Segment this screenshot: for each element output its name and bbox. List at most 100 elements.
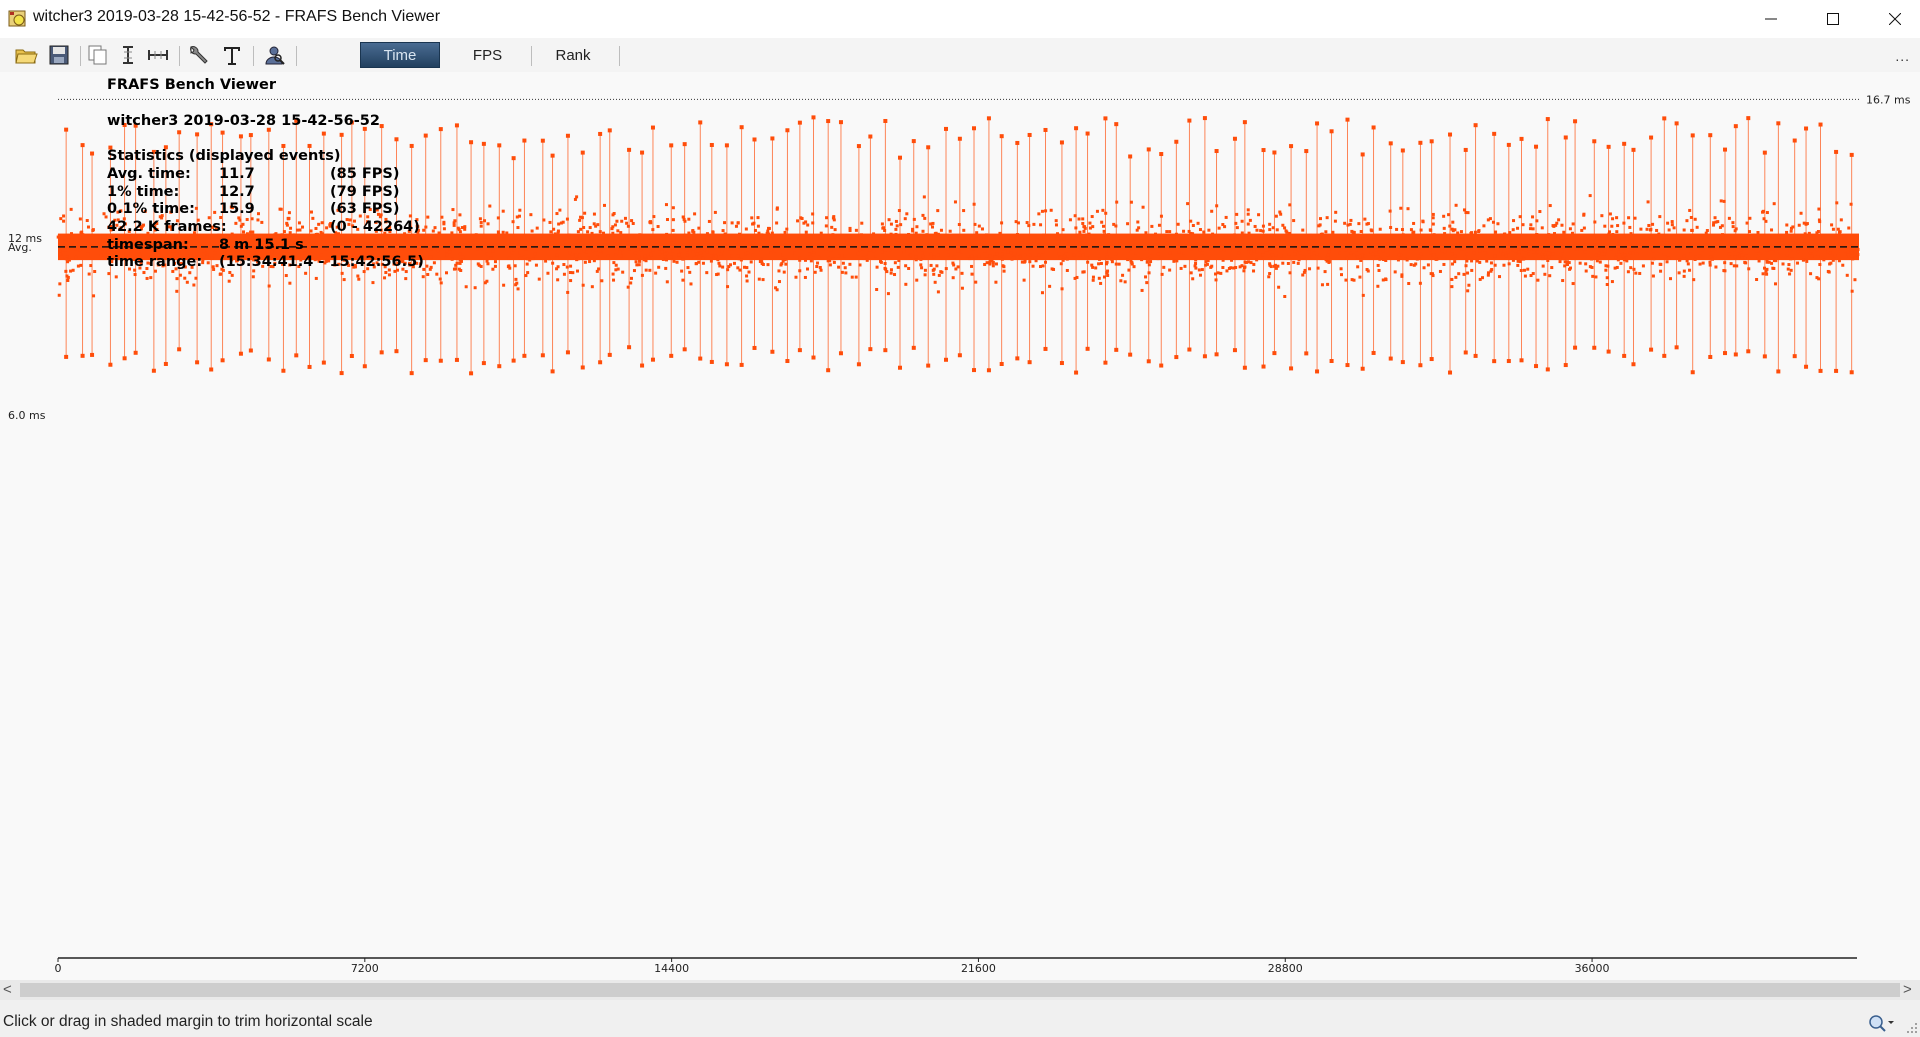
minimize-button[interactable] (1740, 0, 1802, 38)
frame-point (1361, 237, 1365, 241)
horizontal-scale-icon[interactable] (146, 44, 170, 66)
y-tick-label: 6.0 ms (8, 409, 46, 422)
frame-point (1466, 211, 1470, 215)
frame-point (970, 254, 974, 258)
frame-point (957, 136, 962, 141)
frame-point (1708, 133, 1713, 138)
resize-grip-icon[interactable] (1906, 1022, 1918, 1034)
frame-point (1274, 214, 1278, 218)
frame-point (69, 243, 73, 247)
frame-point (1098, 242, 1102, 246)
frame-point (752, 345, 757, 350)
frame-point (759, 248, 763, 252)
frame-point (726, 242, 730, 246)
frame-point (770, 136, 775, 141)
frame-point (897, 259, 901, 263)
frame-point (833, 235, 837, 239)
copy-icon[interactable] (86, 44, 110, 66)
frame-point (542, 218, 546, 222)
frame-point (579, 227, 583, 231)
frame-point (914, 231, 918, 235)
frame-point (631, 221, 635, 225)
frame-point (1674, 121, 1679, 126)
wrench-icon[interactable] (186, 44, 210, 66)
frame-point (64, 127, 69, 132)
frame-point (188, 271, 192, 275)
frame-point (1590, 257, 1594, 261)
frame-point (1466, 271, 1470, 275)
frame-point (1083, 225, 1087, 229)
tab-fps[interactable]: FPS (450, 42, 525, 68)
frame-point (946, 253, 950, 257)
frame-point (813, 270, 817, 274)
maximize-button[interactable] (1802, 0, 1864, 38)
frame-point (1091, 265, 1095, 269)
frame-point (372, 247, 376, 251)
frame-point (1359, 258, 1363, 262)
frame-point (101, 238, 105, 242)
frame-point (58, 282, 62, 286)
frame-point (998, 256, 1002, 260)
toolbar-overflow-button[interactable]: ... (1895, 48, 1910, 64)
tab-time[interactable]: Time (360, 42, 440, 68)
frame-point (1615, 216, 1619, 220)
frame-point (1339, 273, 1343, 277)
frame-point (1546, 258, 1550, 262)
frame-point (1279, 212, 1283, 216)
frame-point (1622, 141, 1627, 146)
frame-point (1065, 257, 1069, 261)
frame-point (977, 254, 981, 258)
save-icon[interactable] (47, 44, 71, 66)
frame-point (1657, 232, 1661, 236)
frame-point (1707, 235, 1711, 239)
frame-point (858, 233, 862, 237)
scrollbar-thumb[interactable] (20, 983, 1900, 997)
frame-point (1269, 247, 1273, 251)
frame-point (1826, 269, 1830, 273)
frame-point (1426, 263, 1430, 267)
frame-point (1025, 221, 1029, 225)
frame-point (1846, 247, 1850, 251)
frame-point (1669, 277, 1673, 281)
frame-point (1412, 230, 1416, 234)
frame-point (818, 235, 822, 239)
x-tick-label: 7200 (351, 962, 379, 975)
frame-point (611, 236, 615, 240)
frame-point (1797, 223, 1801, 227)
frame-point (933, 280, 937, 284)
frame-point (1815, 248, 1819, 252)
horizontal-scrollbar[interactable]: < > (0, 980, 1920, 1000)
scroll-right-arrow[interactable]: > (1903, 981, 1912, 998)
frame-time-chart[interactable]: 20 ms18 ms12 ms6.0 ms 16.7 ms Avg. 07200… (0, 0, 1920, 980)
close-button[interactable] (1864, 0, 1920, 38)
plot-area[interactable]: 20 ms18 ms12 ms6.0 ms 16.7 ms Avg. 07200… (0, 0, 1920, 980)
zoom-icon[interactable] (1868, 1014, 1894, 1032)
frame-point (1591, 274, 1595, 278)
frame-point (1044, 260, 1048, 264)
frame-point (1073, 276, 1077, 280)
scroll-left-arrow[interactable]: < (3, 981, 12, 998)
tab-rank[interactable]: Rank (538, 42, 608, 68)
frame-point (625, 221, 629, 225)
frame-point (1258, 241, 1262, 245)
frame-point (972, 368, 977, 373)
frame-point (1141, 205, 1145, 209)
open-folder-icon[interactable] (14, 44, 38, 66)
frame-point (1519, 269, 1523, 273)
frame-point (122, 356, 127, 361)
frame-point (435, 272, 439, 276)
frame-point (501, 230, 505, 234)
frame-point (57, 293, 61, 297)
frame-point (482, 238, 486, 242)
vertical-scale-icon[interactable] (116, 44, 140, 66)
frame-point (1191, 277, 1195, 281)
frame-point (1276, 242, 1280, 246)
frame-point (1847, 226, 1851, 230)
frame-point (889, 268, 893, 272)
frame-point (1202, 354, 1207, 359)
frame-point (1497, 241, 1501, 245)
frame-point (1292, 219, 1296, 223)
text-icon[interactable] (220, 44, 244, 66)
frame-point (1384, 277, 1388, 281)
find-user-icon[interactable] (262, 44, 286, 66)
